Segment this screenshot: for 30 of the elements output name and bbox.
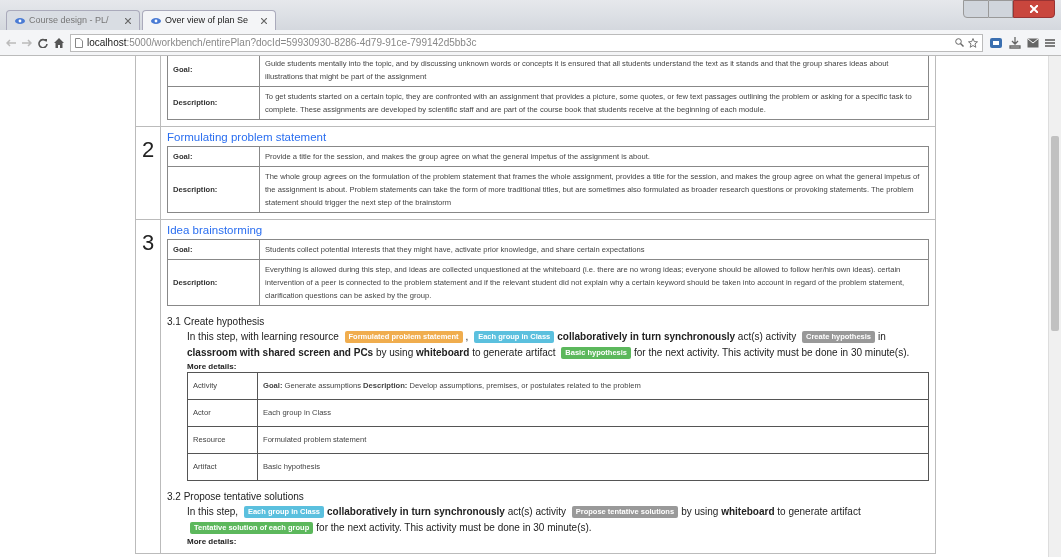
address-bar[interactable]: localhost:5000/workbench/entirePlan?docId=59930930-8286-4d79-91ce-799142d5bb3c: [70, 33, 983, 52]
browser-tab[interactable]: Over view of plan Se: [142, 10, 276, 30]
details-heading: More details:: [187, 361, 238, 372]
menu-icon[interactable]: [1045, 37, 1055, 48]
close-icon[interactable]: [125, 17, 131, 24]
close-icon[interactable]: [261, 17, 267, 24]
step-title[interactable]: Formulating problem statement: [167, 130, 929, 145]
reload-icon[interactable]: [38, 37, 48, 48]
search-icon[interactable]: [955, 38, 964, 47]
home-icon[interactable]: [54, 37, 64, 48]
page-icon: [75, 37, 83, 48]
close-button[interactable]: [1013, 0, 1055, 18]
browser-tab[interactable]: Course design - PL/: [6, 10, 140, 30]
close-icon: [1030, 5, 1038, 13]
eye-icon: [151, 17, 161, 24]
download-icon[interactable]: [1009, 36, 1021, 49]
extension-icon[interactable]: [989, 36, 1003, 49]
scrollbar[interactable]: [1048, 56, 1061, 557]
step-number: 3: [141, 232, 155, 257]
details-heading: More details:: [187, 536, 238, 547]
step-title[interactable]: Idea brainstorming: [167, 223, 929, 238]
star-icon[interactable]: [968, 37, 978, 48]
eye-icon: [15, 17, 25, 24]
substep-title: 3.1 Create hypothesis: [167, 315, 266, 329]
url-path: :5000/workbench/entirePlan?docId=59930930-8286-4d79-91ce-799142d5bb3c: [126, 36, 477, 50]
scrollbar-thumb[interactable]: [1051, 136, 1059, 331]
substep-title: 3.2 Propose tentative solutions: [167, 490, 305, 504]
step-number: 2: [141, 139, 155, 164]
url-host: localhost: [87, 36, 127, 50]
mail-icon[interactable]: [1027, 37, 1039, 48]
